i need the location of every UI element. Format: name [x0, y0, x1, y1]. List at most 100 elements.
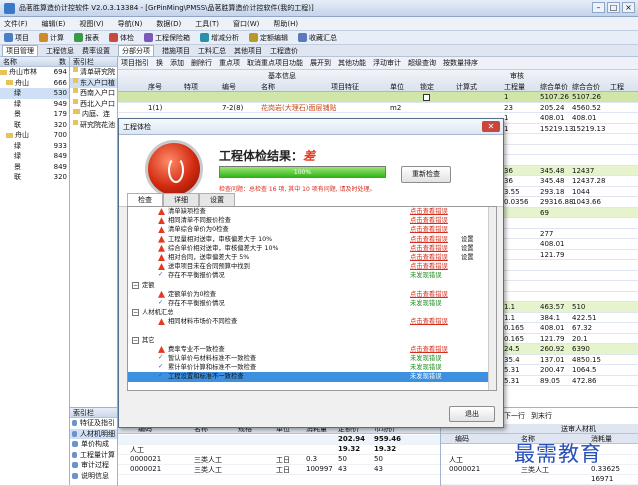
grid-col-header[interactable]: 综合合价: [572, 82, 600, 92]
menu-item-3[interactable]: 导航(N): [118, 19, 143, 29]
grid-row[interactable]: 1(1) 7-2(8) 花岗岩(大理石)面层铺贴 m2 23 205.24 4560.52: [118, 103, 638, 113]
tree-node[interactable]: 联 320: [0, 172, 69, 183]
tab-1[interactable]: 工程信息: [46, 46, 74, 56]
list-scrollbar[interactable]: [488, 207, 496, 390]
resource-row[interactable]: 0000021 三类人工 工日 0.3 50 50: [118, 455, 440, 465]
index-item[interactable]: 研究院花池: [70, 119, 117, 131]
check-item[interactable]: 工程量相对送审，审核偏差大于 10% 点击查看错误 设置: [128, 235, 496, 244]
menu-item-4[interactable]: 数据(D): [156, 19, 181, 29]
command-0[interactable]: 项目指引: [121, 58, 149, 68]
command-3[interactable]: 删除行: [191, 58, 212, 68]
command-4[interactable]: 重点项: [219, 58, 240, 68]
grid-col-header[interactable]: 项目特征: [331, 82, 359, 92]
grid-col-header[interactable]: 名称: [261, 82, 275, 92]
tab-6[interactable]: 其他项目: [234, 46, 262, 56]
index-item[interactable]: 内庭、连: [70, 109, 117, 120]
toolbar-button-6[interactable]: 定额编辑: [249, 33, 288, 43]
grid-col-header[interactable]: 工程量: [504, 82, 525, 92]
tree-node[interactable]: 景 179: [0, 109, 69, 120]
check-item[interactable]: 费率专业不一致检查 点击查看错误: [128, 345, 496, 354]
resource-row[interactable]: 人工 19.32 19.32: [118, 445, 440, 455]
view-error-link[interactable]: 点击查看错误: [410, 345, 448, 354]
toolbar-button-5[interactable]: 增减分析: [200, 33, 239, 43]
grid-row[interactable]: 1 5107.26 5107.26: [118, 92, 638, 103]
tree-node[interactable]: 绿 933: [0, 141, 69, 152]
view-error-link[interactable]: 点击查看错误: [410, 225, 448, 234]
view-error-link[interactable]: 点击查看错误: [410, 244, 448, 253]
menu-item-2[interactable]: 视图(V): [79, 19, 103, 29]
bottom-nav-item[interactable]: 工程量计算: [70, 450, 117, 461]
index-item[interactable]: 西南入户口: [70, 88, 117, 99]
maximize-button[interactable]: □: [607, 2, 620, 13]
check-item[interactable]: 相同清单不同报价检查 点击查看错误: [128, 216, 496, 225]
exit-button[interactable]: 退出: [449, 406, 495, 422]
command-5[interactable]: 取消重点项目功能: [247, 58, 303, 68]
dialog-close-icon[interactable]: ✕: [482, 121, 500, 132]
check-item[interactable]: [128, 326, 496, 335]
command-7[interactable]: 其他功能: [338, 58, 366, 68]
check-item[interactable]: 综合单价相对送审，审核偏差大于 10% 点击查看错误 设置: [128, 244, 496, 253]
tree-node[interactable]: 舟山 666: [0, 78, 69, 89]
view-error-link[interactable]: 点击查看错误: [410, 216, 448, 225]
settings-link[interactable]: 设置: [461, 253, 474, 262]
index-item[interactable]: 西北入户口: [70, 98, 117, 110]
row-nav-button-3[interactable]: 到末行: [531, 411, 552, 421]
view-error-link[interactable]: 点击查看错误: [410, 317, 448, 326]
view-error-link[interactable]: 点击查看错误: [410, 235, 448, 244]
collapse-icon[interactable]: −: [132, 336, 139, 344]
menu-item-0[interactable]: 文件(F): [4, 19, 28, 29]
view-error-link[interactable]: 点击查看错误: [410, 253, 448, 262]
tab-7[interactable]: 工程造价: [270, 46, 298, 56]
grid-col-header[interactable]: 编号: [222, 82, 236, 92]
check-item[interactable]: ✓ 工程设置和标准不一致检查 未发现错误: [128, 372, 496, 382]
command-1[interactable]: 换: [156, 58, 163, 68]
tab-3[interactable]: 分部分项: [118, 44, 154, 57]
tab-4[interactable]: 措施项目: [162, 46, 190, 56]
toolbar-button-4[interactable]: 工程保险箱: [144, 33, 190, 43]
index-item[interactable]: 东入户口植: [70, 77, 117, 88]
settings-link[interactable]: 设置: [461, 235, 474, 244]
check-item[interactable]: 相同材料市场价不同检查 点击查看错误: [128, 317, 496, 326]
tree-node[interactable]: 舟山 700: [0, 130, 69, 141]
check-item[interactable]: ✓ 存在不平衡报价情况 未发现错误: [128, 271, 496, 280]
grid-col-header[interactable]: 特项: [184, 82, 198, 92]
check-item[interactable]: 清单缺项检查 点击查看错误: [128, 207, 496, 216]
toolbar-button-2[interactable]: 报表: [74, 33, 99, 43]
index-item[interactable]: 清单研究院: [70, 67, 117, 78]
submitted-row[interactable]: 16971: [441, 475, 638, 485]
bottom-nav-item[interactable]: 特征及指引: [70, 418, 117, 429]
recheck-button[interactable]: 重新检查: [401, 166, 451, 183]
check-item[interactable]: ✓ 累计单价计算和标准不一致检查 未发现错误: [128, 363, 496, 372]
view-error-link[interactable]: 点击查看错误: [410, 262, 448, 271]
bottom-nav-item[interactable]: 审计过程: [70, 460, 117, 471]
menu-item-6[interactable]: 窗口(W): [233, 19, 259, 29]
check-item[interactable]: 清单综合单价为0检查 点击查看错误: [128, 225, 496, 234]
dialog-tab-1[interactable]: 详细: [163, 193, 199, 206]
close-window-button[interactable]: ×: [622, 2, 635, 13]
dialog-tab-0[interactable]: 检查: [127, 193, 163, 206]
toolbar-button-3[interactable]: 体检: [109, 33, 134, 43]
row-nav-button-2[interactable]: 下一行: [504, 411, 525, 421]
bottom-nav-item[interactable]: 人材机明细: [70, 428, 117, 439]
bottom-nav-item[interactable]: 单价构成: [70, 439, 117, 450]
grid-col-header[interactable]: 单位: [390, 82, 404, 92]
tree-node[interactable]: 联 320: [0, 120, 69, 131]
grid-col-header[interactable]: 工程: [610, 82, 624, 92]
toolbar-button-7[interactable]: 收藏汇总: [298, 33, 337, 43]
check-item[interactable]: ✓ 暂认单价与材料标准不一致检查 未发现错误: [128, 354, 496, 363]
tab-0[interactable]: 项目管理: [2, 44, 38, 57]
tree-node[interactable]: 绿 849: [0, 151, 69, 162]
menu-item-5[interactable]: 工具(T): [195, 19, 219, 29]
command-9[interactable]: 超级查询: [408, 58, 436, 68]
resource-row[interactable]: 202.94 959.46: [118, 435, 440, 445]
tree-node[interactable]: 绿 949: [0, 99, 69, 110]
check-group[interactable]: − 定额: [128, 281, 496, 290]
command-10[interactable]: 按数量排序: [443, 58, 478, 68]
view-error-link[interactable]: 点击查看错误: [410, 290, 448, 299]
command-6[interactable]: 展开到: [310, 58, 331, 68]
menu-item-1[interactable]: 编辑(E): [42, 19, 66, 29]
check-item[interactable]: 相对合同，送审偏差大于 5% 点击查看错误 设置: [128, 253, 496, 262]
menu-item-7[interactable]: 帮助(H): [273, 19, 298, 29]
grid-col-header[interactable]: 综合单价: [540, 82, 568, 92]
settings-link[interactable]: 设置: [461, 244, 474, 253]
